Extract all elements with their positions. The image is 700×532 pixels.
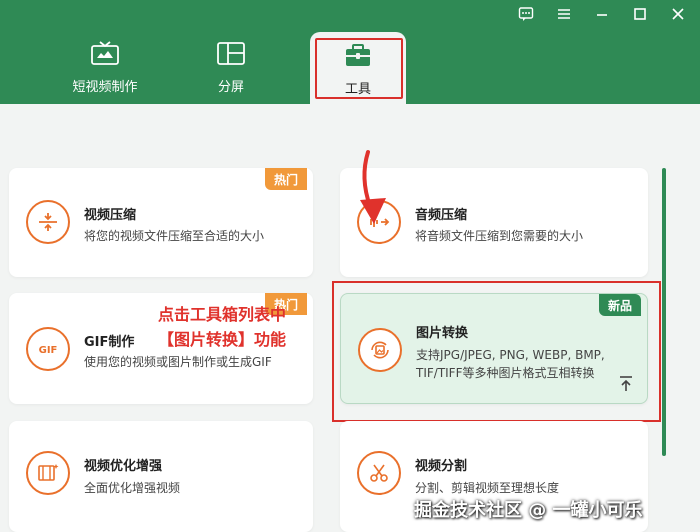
tab-label: 分屏 — [217, 80, 244, 95]
video-enhance-icon — [26, 451, 70, 495]
svg-text:GIF: GIF — [39, 345, 58, 356]
scissors-icon — [357, 451, 401, 495]
tab-split-screen[interactable]: 分屏 — [186, 40, 276, 104]
tv-icon — [91, 41, 119, 65]
hamburger-icon — [558, 9, 570, 19]
split-screen-icon — [217, 42, 245, 65]
pin-top-icon[interactable] — [617, 375, 635, 393]
card-desc: 分割、剪辑视频至理想长度 — [415, 481, 560, 495]
maximize-icon — [634, 8, 646, 20]
gif-icon: GIF — [26, 327, 70, 371]
tab-tools[interactable]: 工具 — [310, 32, 406, 104]
toolbox-icon — [346, 44, 370, 66]
feedback-button[interactable] — [516, 4, 536, 24]
card-title: 视频压缩 — [84, 208, 137, 223]
tab-label: 工具 — [344, 82, 371, 97]
card-title: 视频分割 — [415, 459, 468, 474]
close-button[interactable] — [668, 4, 688, 24]
card-desc-line2: TIF/TIFF等多种图片格式互相转换 — [416, 366, 595, 380]
card-title: 图片转换 — [416, 326, 469, 341]
card-desc-line1: 支持JPG/JPEG, PNG, WEBP, BMP, — [416, 348, 605, 362]
minimize-icon — [597, 14, 607, 16]
card-desc: 将您的视频文件压缩至合适的大小 — [84, 229, 265, 243]
tab-label: 短视频制作 — [72, 80, 138, 95]
tab-short-video[interactable]: 短视频制作 — [60, 40, 150, 104]
card-desc: 使用您的视频或图片制作或生成GIF — [84, 355, 272, 369]
hot-badge: 热门 — [264, 168, 307, 190]
card-title: 音频压缩 — [415, 208, 468, 223]
card-title: GIF制作 — [84, 335, 135, 350]
new-badge: 新品 — [598, 294, 641, 316]
watermark: 掘金技术社区 @ 一罐小可乐 — [414, 500, 643, 521]
card-title: 视频优化增强 — [84, 459, 163, 474]
menu-button[interactable] — [554, 4, 574, 24]
scrollbar[interactable] — [662, 168, 666, 456]
card-video-enhance[interactable]: 视频优化增强 全面优化增强视频 — [9, 421, 313, 532]
card-image-convert[interactable]: 新品 图片转换 支持JPG/JPEG, PNG, WEBP, BMP, TIF/… — [340, 293, 648, 404]
card-desc: 将音频文件压缩到您需要的大小 — [415, 229, 584, 243]
annotation-arrow-icon — [360, 150, 386, 224]
card-desc: 全面优化增强视频 — [84, 481, 181, 495]
annotation-line2: 【图片转换】功能 — [158, 330, 287, 349]
app-header: 短视频制作 分屏 工具 — [0, 0, 700, 104]
chat-icon — [518, 7, 534, 21]
window-controls — [516, 4, 688, 24]
compress-icon — [26, 200, 70, 244]
maximize-button[interactable] — [630, 4, 650, 24]
close-icon — [672, 8, 684, 20]
card-video-compress[interactable]: 热门 视频压缩 将您的视频文件压缩至合适的大小 — [9, 168, 313, 277]
minimize-button[interactable] — [592, 4, 612, 24]
image-convert-icon — [358, 328, 402, 372]
annotation-line1: 点击工具箱列表中 — [158, 305, 287, 324]
